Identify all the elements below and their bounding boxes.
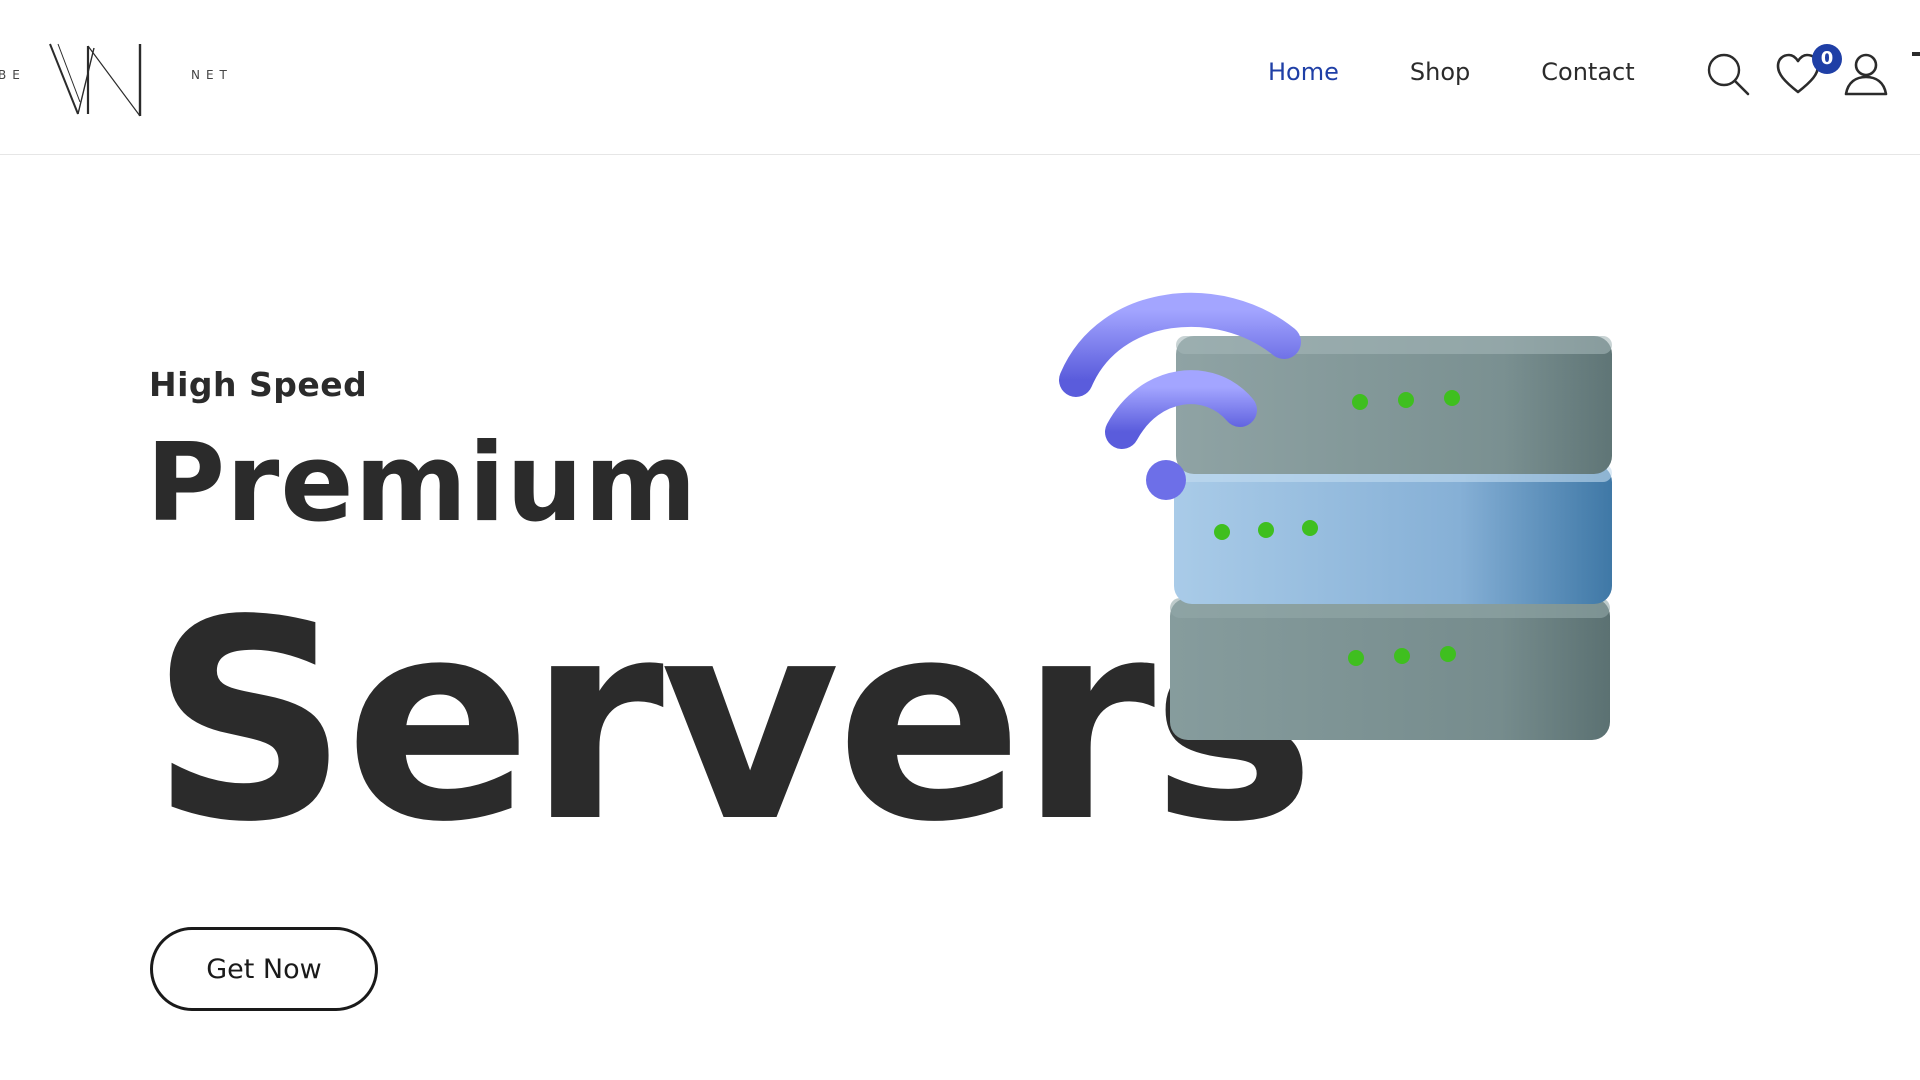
nav-shop[interactable]: Shop — [1410, 58, 1470, 86]
main-nav: Home Shop Contact — [1268, 58, 1635, 86]
hero-title-line1: Premium — [146, 421, 698, 546]
nav-home[interactable]: Home — [1268, 58, 1339, 86]
hero-subtitle: High Speed — [149, 365, 368, 404]
server-unit-bottom — [1170, 598, 1610, 740]
site-header: BE NET Home Shop Contact 0 — [0, 0, 1920, 155]
get-now-button[interactable]: Get Now — [150, 927, 378, 1011]
logo-mark — [49, 43, 142, 117]
wishlist-count-badge: 0 — [1812, 44, 1842, 74]
page: BE NET Home Shop Contact 0 High Speed Pr… — [0, 0, 1920, 1080]
nav-contact[interactable]: Contact — [1541, 58, 1634, 86]
logo-left-text: BE — [0, 68, 26, 82]
logo-right-text: NET — [191, 68, 233, 82]
server-illustration — [1059, 292, 1612, 740]
server-unit-middle — [1174, 464, 1612, 604]
cart-icon-partial[interactable] — [1912, 52, 1920, 56]
search-icon[interactable] — [1704, 50, 1752, 98]
site-logo[interactable]: BE NET — [0, 30, 240, 130]
user-icon[interactable] — [1842, 50, 1890, 98]
